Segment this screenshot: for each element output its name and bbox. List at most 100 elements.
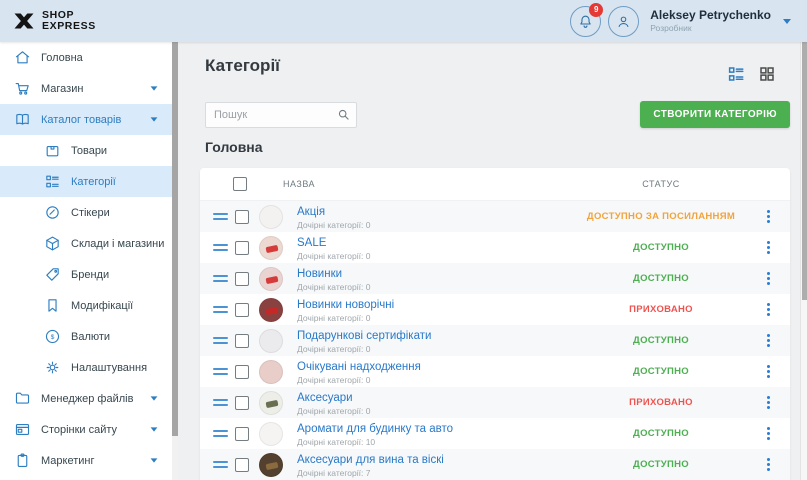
- status-badge: ДОСТУПНО ЗА ПОСИЛАННЯМ: [576, 211, 746, 222]
- row-checkbox[interactable]: [235, 272, 249, 286]
- kebab-menu-icon[interactable]: [746, 365, 790, 378]
- drag-handle-icon[interactable]: [213, 368, 228, 375]
- row-checkbox[interactable]: [235, 210, 249, 224]
- sidebar-scrollbar[interactable]: [172, 42, 178, 480]
- drag-handle-icon[interactable]: [213, 399, 228, 406]
- kebab-menu-icon[interactable]: [746, 396, 790, 409]
- drag-handle-icon[interactable]: [213, 337, 228, 344]
- list-view-icon[interactable]: [727, 65, 745, 83]
- sidebar-item-settings[interactable]: Налаштування: [0, 352, 172, 383]
- sidebar-scrollbar-thumb[interactable]: [172, 42, 178, 436]
- category-link[interactable]: Новинки: [297, 268, 342, 280]
- kebab-menu-icon[interactable]: [746, 303, 790, 316]
- row-checkbox[interactable]: [235, 458, 249, 472]
- row-checkbox[interactable]: [235, 334, 249, 348]
- child-categories-count: Дочірні категорії: 7: [297, 469, 576, 479]
- sidebar-item-currencies[interactable]: $Валюти: [0, 321, 172, 352]
- sidebar-item-label: Головна: [41, 52, 83, 64]
- kebab-menu-icon[interactable]: [746, 427, 790, 440]
- person-icon: [615, 13, 632, 30]
- category-link[interactable]: Новинки новорічні: [297, 299, 394, 311]
- kebab-menu-icon[interactable]: [746, 272, 790, 285]
- category-thumbnail: [259, 298, 283, 322]
- category-link[interactable]: Аромати для будинку та авто: [297, 423, 453, 435]
- sidebar-item-file-manager[interactable]: Менеджер файлів: [0, 383, 172, 414]
- drag-handle-icon[interactable]: [213, 306, 228, 313]
- sidebar-item-modifications[interactable]: Модифікації: [0, 290, 172, 321]
- page-scrollbar-thumb[interactable]: [802, 42, 807, 300]
- profile-button[interactable]: [608, 6, 639, 37]
- category-link[interactable]: Акція: [297, 206, 325, 218]
- logo-text: SHOP EXPRESS: [42, 10, 96, 32]
- section-title: Головна: [205, 139, 263, 155]
- category-link[interactable]: Аксесуари для вина та віскі: [297, 454, 444, 466]
- table-header: НАЗВА СТАТУС: [200, 168, 790, 201]
- kebab-menu-icon[interactable]: [746, 210, 790, 223]
- sidebar-item-products[interactable]: Товари: [0, 135, 172, 166]
- table-row: АксесуариДочірні категорії: 0ПРИХОВАНО: [200, 387, 790, 418]
- main-content: Категорії СТВОРИТИ КАТЕГОРІЮ Головна: [178, 42, 800, 480]
- logo: SHOP EXPRESS: [12, 9, 96, 33]
- status-badge: ДОСТУПНО: [576, 428, 746, 439]
- category-link[interactable]: Очікувані надходження: [297, 361, 421, 373]
- browser-icon: [14, 421, 31, 438]
- sidebar-item-label: Склади і магазини: [71, 238, 164, 250]
- sidebar-item-warehouses[interactable]: Склади і магазини: [0, 228, 172, 259]
- sidebar-item-categories[interactable]: Категорії: [0, 166, 172, 197]
- catalog-icon: [14, 111, 31, 128]
- row-checkbox[interactable]: [235, 427, 249, 441]
- sidebar-item-site-pages[interactable]: Сторінки сайту: [0, 414, 172, 445]
- column-header-status: СТАТУС: [576, 179, 746, 189]
- sidebar-item-label: Стікери: [71, 207, 110, 219]
- drag-handle-icon[interactable]: [213, 430, 228, 437]
- select-all-checkbox[interactable]: [233, 177, 247, 191]
- sidebar-item-marketing[interactable]: Маркетинг: [0, 445, 172, 476]
- child-categories-count: Дочірні категорії: 10: [297, 438, 576, 448]
- sidebar-item-brands[interactable]: Бренди: [0, 259, 172, 290]
- sidebar-item-stickers[interactable]: Стікери: [0, 197, 172, 228]
- row-checkbox[interactable]: [235, 241, 249, 255]
- category-link[interactable]: Аксесуари: [297, 392, 353, 404]
- category-thumbnail: [259, 267, 283, 291]
- svg-text:$: $: [51, 334, 55, 341]
- kebab-menu-icon[interactable]: [746, 241, 790, 254]
- user-menu-chevron-down-icon[interactable]: [783, 19, 791, 24]
- child-categories-count: Дочірні категорії: 0: [297, 407, 576, 417]
- bookmark-icon: [44, 297, 61, 314]
- category-thumbnail: [259, 360, 283, 384]
- table-row: Аромати для будинку та авто Дочірні катег…: [200, 418, 790, 449]
- topbar: SHOP EXPRESS 9 Aleksey Petrychenko Розро…: [0, 0, 807, 42]
- table-row: АкціяДочірні категорії: 0ДОСТУПНО ЗА ПОС…: [200, 201, 790, 232]
- child-categories-count: Дочірні категорії: 0: [297, 376, 576, 386]
- sidebar-item-shop[interactable]: Магазин: [0, 73, 172, 104]
- page-scrollbar[interactable]: [800, 42, 807, 480]
- row-checkbox[interactable]: [235, 365, 249, 379]
- chevron-down-icon: [151, 427, 158, 431]
- sidebar-item-catalog[interactable]: Каталог товарів: [0, 104, 172, 135]
- drag-handle-icon[interactable]: [213, 461, 228, 468]
- sidebar-item-label: Налаштування: [71, 362, 147, 374]
- kebab-menu-icon[interactable]: [746, 458, 790, 471]
- create-category-button[interactable]: СТВОРИТИ КАТЕГОРІЮ: [640, 101, 790, 128]
- category-link[interactable]: Подарункові сертифікати: [297, 330, 431, 342]
- category-link[interactable]: SALE: [297, 237, 326, 249]
- row-checkbox[interactable]: [235, 396, 249, 410]
- notifications-button[interactable]: 9: [570, 6, 601, 37]
- clipboard-icon: [14, 452, 31, 469]
- kebab-menu-icon[interactable]: [746, 334, 790, 347]
- row-checkbox[interactable]: [235, 303, 249, 317]
- drag-handle-icon[interactable]: [213, 213, 228, 220]
- chevron-down-icon: [151, 396, 158, 400]
- sidebar-item-home[interactable]: Головна: [0, 42, 172, 73]
- table-row: Очікувані надходження Дочірні категорії: …: [200, 356, 790, 387]
- tag-icon: [44, 266, 61, 283]
- search-input[interactable]: [205, 102, 357, 128]
- grid-view-icon[interactable]: [758, 65, 776, 83]
- status-badge: ДОСТУПНО: [576, 459, 746, 470]
- drag-handle-icon[interactable]: [213, 244, 228, 251]
- drag-handle-icon[interactable]: [213, 275, 228, 282]
- sidebar-item-label: Сторінки сайту: [41, 424, 117, 436]
- sticker-icon: [44, 204, 61, 221]
- sidebar-item-label: Каталог товарів: [41, 114, 121, 126]
- chevron-down-icon: [151, 117, 158, 121]
